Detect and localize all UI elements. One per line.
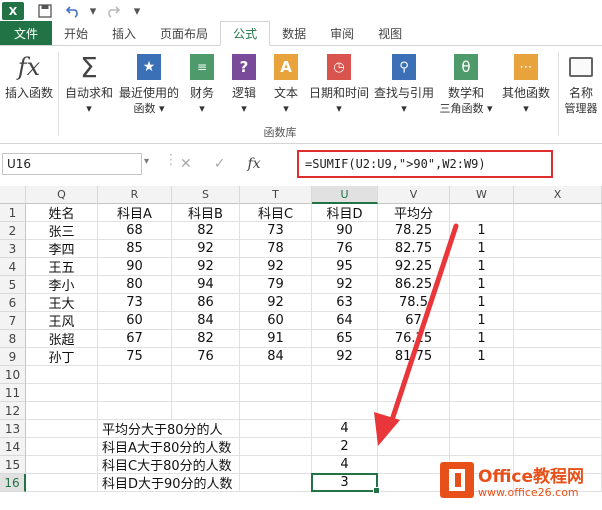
arrow-shaft [389, 223, 459, 423]
watermark-url: www.office26.com [478, 486, 579, 499]
cell-r15[interactable]: 科目C大于80分的人数 [98, 456, 232, 474]
arrow-head [374, 412, 400, 446]
cell-r14[interactable]: 科目A大于80分的人数 [98, 438, 231, 456]
cell-r16[interactable]: 科目D大于90分的人数 [98, 474, 233, 492]
office-logo-icon [440, 462, 474, 498]
watermark-brand: Office教程网 [478, 467, 585, 487]
watermark: Office教程网 www.office26.com [440, 460, 602, 508]
cell-r13[interactable]: 平均分大于80分的人 [98, 420, 223, 438]
annotation-arrow [374, 223, 459, 446]
